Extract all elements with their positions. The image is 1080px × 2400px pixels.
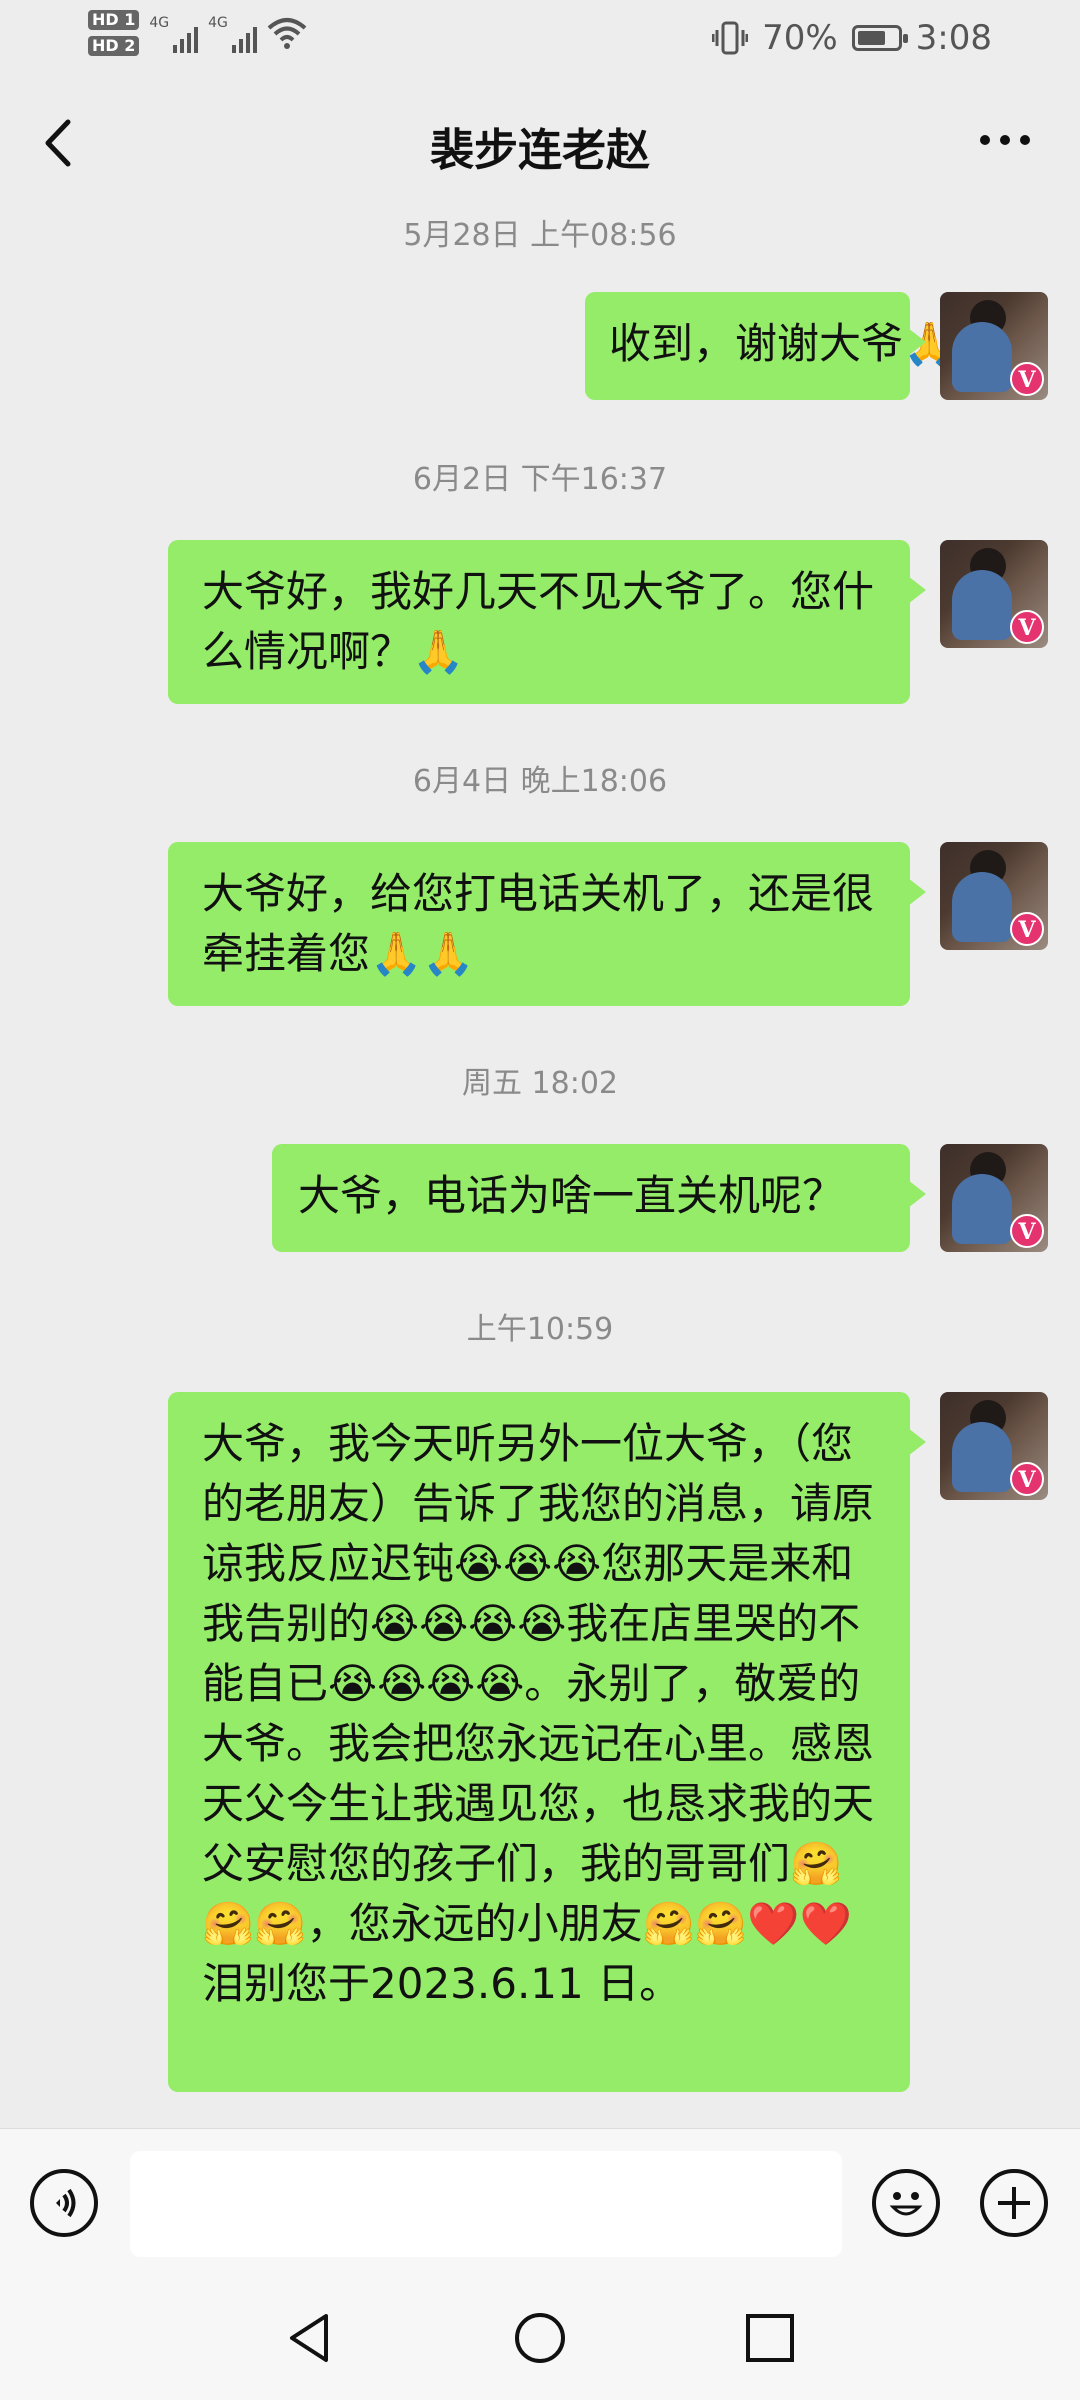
vibrate-icon (712, 21, 749, 55)
wifi-icon (267, 18, 307, 49)
message-bubble[interactable]: 大爷好，我好几天不见大爷了。您什么情况啊？🙏 (168, 540, 926, 704)
avatar[interactable]: V (940, 1144, 1048, 1252)
message-bubble[interactable]: 大爷，我今天听另外一位大爷，（您的老朋友）告诉了我您的消息，请原谅我反应迟钝😭😭… (168, 1392, 926, 2092)
signal-1-icon: 4G (149, 13, 199, 53)
nav-home-icon[interactable] (510, 2308, 570, 2368)
network-type-1: 4G (149, 15, 170, 31)
message-timestamp: 6月4日 晚上18:06 (412, 764, 668, 799)
message-input[interactable] (130, 2151, 842, 2257)
verified-badge: V (1010, 610, 1044, 644)
clock: 3:08 (915, 18, 992, 58)
message-bubble[interactable]: 大爷好，给您打电话关机了，还是很牵挂着您🙏🙏 (168, 842, 926, 1006)
plus-icon[interactable] (980, 2169, 1048, 2237)
verified-badge: V (1010, 1214, 1044, 1248)
emoji-icon[interactable] (872, 2169, 940, 2237)
chat-messages[interactable]: 5月28日 上午08:56 收到，谢谢大爷🙏🙏 V 6月2日 下午16:37 大… (0, 210, 1080, 2128)
system-nav-bar (0, 2276, 1080, 2400)
voice-icon[interactable] (30, 2169, 98, 2237)
signal-2-icon: 4G (208, 13, 257, 53)
network-type-2: 4G (208, 15, 228, 31)
chat-header: 裴步连老赵 (0, 80, 1080, 210)
battery-icon (851, 25, 908, 51)
chat-title: 裴步连老赵 (430, 125, 650, 176)
avatar[interactable]: V (940, 292, 1048, 400)
nav-back-icon[interactable] (280, 2308, 340, 2368)
avatar[interactable]: V (940, 540, 1048, 648)
sim-indicators: HD 1 HD 2 (88, 10, 140, 56)
status-left: HD 1 HD 2 4G 4G (88, 10, 307, 56)
message-bubble[interactable]: 大爷，电话为啥一直关机呢？ (272, 1144, 926, 1252)
verified-badge: V (1010, 912, 1044, 946)
more-dots-icon[interactable] (970, 120, 1040, 160)
status-bar: HD 1 HD 2 4G 4G 70% 3:08 (0, 0, 1080, 80)
nav-recents-icon[interactable] (740, 2308, 800, 2368)
verified-badge: V (1010, 1462, 1044, 1496)
message-timestamp: 上午10:59 (466, 1312, 614, 1347)
avatar[interactable]: V (940, 842, 1048, 950)
verified-badge: V (1010, 362, 1044, 396)
message-timestamp: 5月28日 上午08:56 (403, 218, 677, 253)
status-right: 70% 3:08 (712, 18, 992, 58)
battery-percent: 70% (762, 18, 838, 58)
message-timestamp: 周五 18:02 (462, 1066, 618, 1101)
message-bubble[interactable]: 收到，谢谢大爷🙏🙏 (585, 292, 1008, 400)
sim1-label: HD 1 (88, 10, 140, 30)
battery-fill (857, 31, 885, 45)
sim2-label: HD 2 (88, 36, 140, 56)
message-timestamp: 6月2日 下午16:37 (412, 462, 668, 497)
input-bar (0, 2128, 1080, 2277)
avatar[interactable]: V (940, 1392, 1048, 1500)
